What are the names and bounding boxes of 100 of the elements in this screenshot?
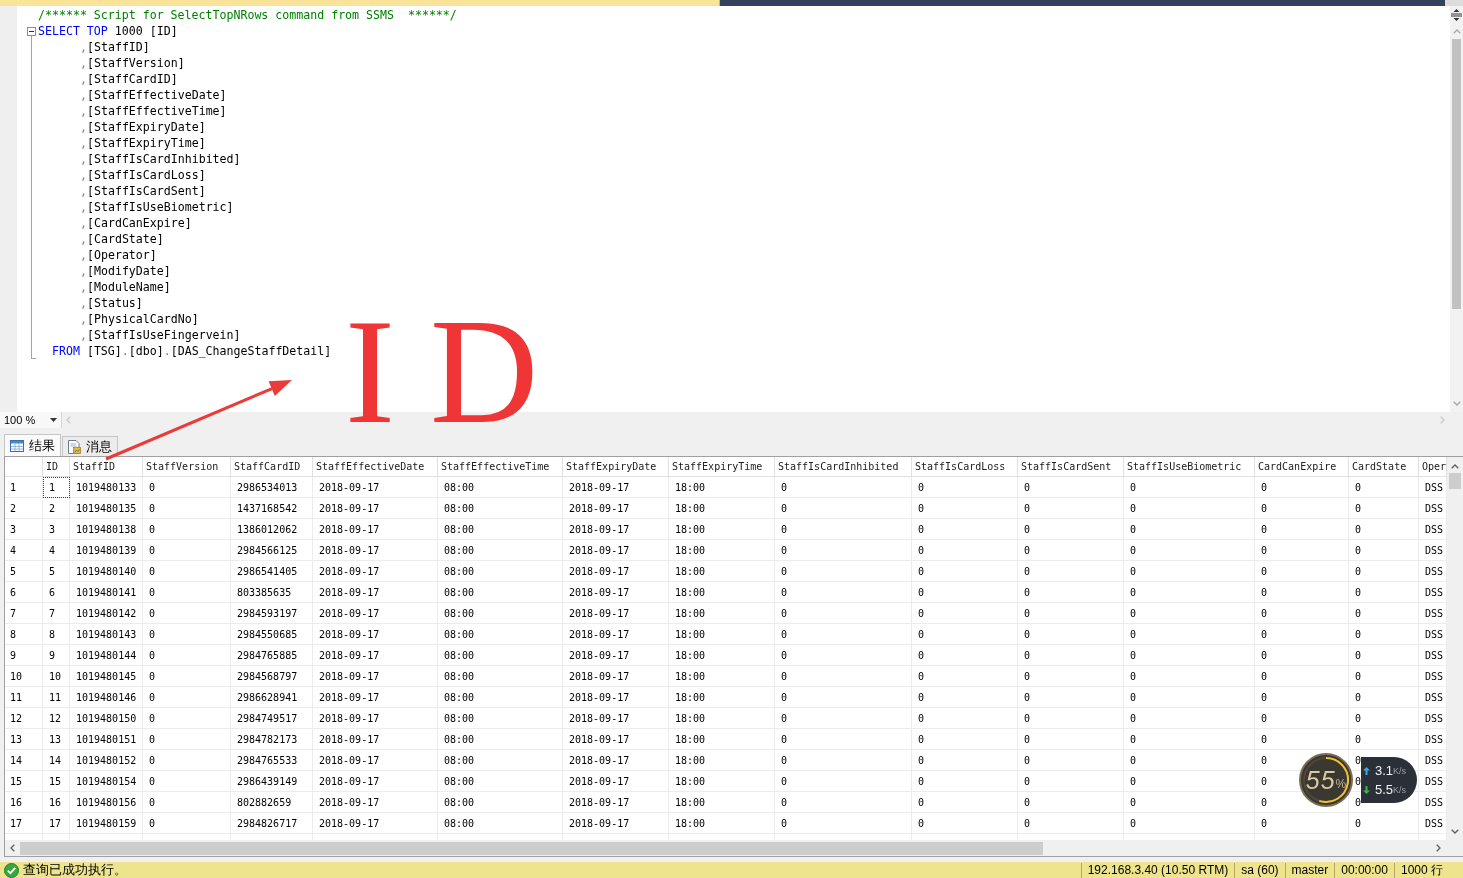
table-cell: 0	[1349, 519, 1419, 540]
table-cell: 1	[43, 477, 70, 498]
chevron-left-icon[interactable]	[10, 844, 15, 852]
table-cell: 0	[1349, 624, 1419, 645]
pane-tab[interactable]: 结果	[4, 434, 61, 456]
row-header[interactable]: 8	[5, 624, 43, 645]
row-header[interactable]: 15	[5, 771, 43, 792]
row-header[interactable]: 7	[5, 603, 43, 624]
table-cell: 0	[1349, 540, 1419, 561]
zoom-dropdown[interactable]: 100 %	[0, 412, 62, 428]
table-cell: 2018-09-17	[313, 645, 438, 666]
table-cell: 0	[143, 687, 231, 708]
row-header[interactable]: 12	[5, 708, 43, 729]
table-cell: 1019480143	[70, 624, 143, 645]
status-item: master	[1284, 862, 1335, 878]
row-header[interactable]: 10	[5, 666, 43, 687]
table-cell: 2018-09-17	[563, 624, 669, 645]
table-cell: 1019480138	[70, 519, 143, 540]
row-header[interactable]: 5	[5, 561, 43, 582]
chevron-down-icon[interactable]	[1451, 829, 1459, 834]
chevron-up-icon[interactable]	[1451, 464, 1459, 469]
row-header[interactable]: 11	[5, 687, 43, 708]
table-cell: 0	[775, 477, 912, 498]
table-cell: 803385635	[231, 582, 313, 603]
row-header[interactable]: 6	[5, 582, 43, 603]
table-cell: 0	[1018, 603, 1124, 624]
row-header[interactable]: 9	[5, 645, 43, 666]
table-cell: 15	[43, 771, 70, 792]
scrollbar-thumb[interactable]	[1449, 473, 1461, 489]
row-header[interactable]: 16	[5, 792, 43, 813]
document-tab[interactable]	[0, 0, 720, 6]
table-cell: 2986541405	[231, 561, 313, 582]
grid-corner[interactable]	[5, 457, 43, 477]
table-cell: 0	[775, 624, 912, 645]
status-message: 查询已成功执行。	[23, 862, 127, 878]
status-item: 192.168.3.40 (10.50 RTM)	[1080, 862, 1235, 878]
row-header[interactable]: 4	[5, 540, 43, 561]
scrollbar[interactable]	[1450, 6, 1463, 412]
table-cell: 0	[775, 498, 912, 519]
table-cell: 1019480142	[70, 603, 143, 624]
table-cell: 0	[912, 582, 1018, 603]
scrollbar-thumb[interactable]	[20, 841, 1043, 855]
table-cell: 3	[43, 519, 70, 540]
table-cell: 2018-09-17	[563, 582, 669, 603]
row-header[interactable]: 17	[5, 813, 43, 834]
code-line: ,[StaffEffectiveTime]	[80, 103, 227, 119]
table-cell: 08:00	[438, 645, 563, 666]
table-cell: 1019480135	[70, 498, 143, 519]
table-cell: 2018-09-17	[563, 519, 669, 540]
row-header[interactable]: 14	[5, 750, 43, 771]
table-cell: 5	[43, 561, 70, 582]
document-tab[interactable]	[720, 0, 1445, 6]
split-icon[interactable]	[1451, 9, 1462, 21]
code-line: ,[StaffIsUseFingervein]	[80, 327, 241, 343]
chevron-right-icon[interactable]	[1436, 844, 1441, 852]
table-cell: 18:00	[669, 708, 775, 729]
table-cell: 2018-09-17	[563, 750, 669, 771]
table-cell: 18:00	[669, 729, 775, 750]
table-cell: 18:00	[669, 582, 775, 603]
table-cell: 18:00	[669, 498, 775, 519]
code-line: SELECT TOP 1000 [ID]	[38, 23, 178, 39]
table-cell: 0	[1349, 582, 1419, 603]
table-icon	[10, 439, 24, 452]
table-cell: 14	[43, 750, 70, 771]
code-line: ,[StaffVersion]	[80, 55, 185, 71]
table-cell: 0	[1124, 582, 1255, 603]
table-cell: 2018-09-17	[313, 666, 438, 687]
check-circle-icon	[4, 862, 19, 878]
table-cell: 08:00	[438, 813, 563, 834]
code-line: /****** Script for SelectTopNRows command from SSMS ******/	[38, 7, 457, 23]
table-cell: 2986628941	[231, 687, 313, 708]
scrollbar[interactable]	[5, 840, 1447, 856]
table-cell: 0	[1349, 645, 1419, 666]
collapse-icon[interactable]	[27, 27, 36, 36]
column-header: StaffEffectiveDate	[313, 457, 438, 477]
up-arrow-icon	[1363, 766, 1370, 775]
row-header[interactable]: 3	[5, 519, 43, 540]
table-cell: 08:00	[438, 603, 563, 624]
table-cell: 1019480145	[70, 666, 143, 687]
table-cell: 1437168542	[231, 498, 313, 519]
code-line: ,[StaffID]	[80, 39, 150, 55]
table-cell: 2018-09-17	[563, 645, 669, 666]
table-cell: 0	[143, 582, 231, 603]
table-cell: 18:00	[669, 603, 775, 624]
scrollbar[interactable]	[1447, 457, 1463, 840]
pane-tab[interactable]: 消息	[62, 436, 118, 456]
table-cell: 1019480150	[70, 708, 143, 729]
table-cell: 0	[143, 750, 231, 771]
table-cell: 2018-09-17	[313, 561, 438, 582]
table-cell: 2018-09-17	[313, 687, 438, 708]
table-cell: 0	[775, 666, 912, 687]
table-cell: 08:00	[438, 729, 563, 750]
row-header[interactable]: 13	[5, 729, 43, 750]
table-cell: 0	[143, 729, 231, 750]
row-header[interactable]: 2	[5, 498, 43, 519]
scrollbar-thumb[interactable]	[1452, 39, 1461, 309]
table-cell: 1019480141	[70, 582, 143, 603]
row-header[interactable]: 1	[5, 477, 43, 498]
table-cell: 0	[143, 624, 231, 645]
code-line: ,[Operator]	[80, 247, 157, 263]
